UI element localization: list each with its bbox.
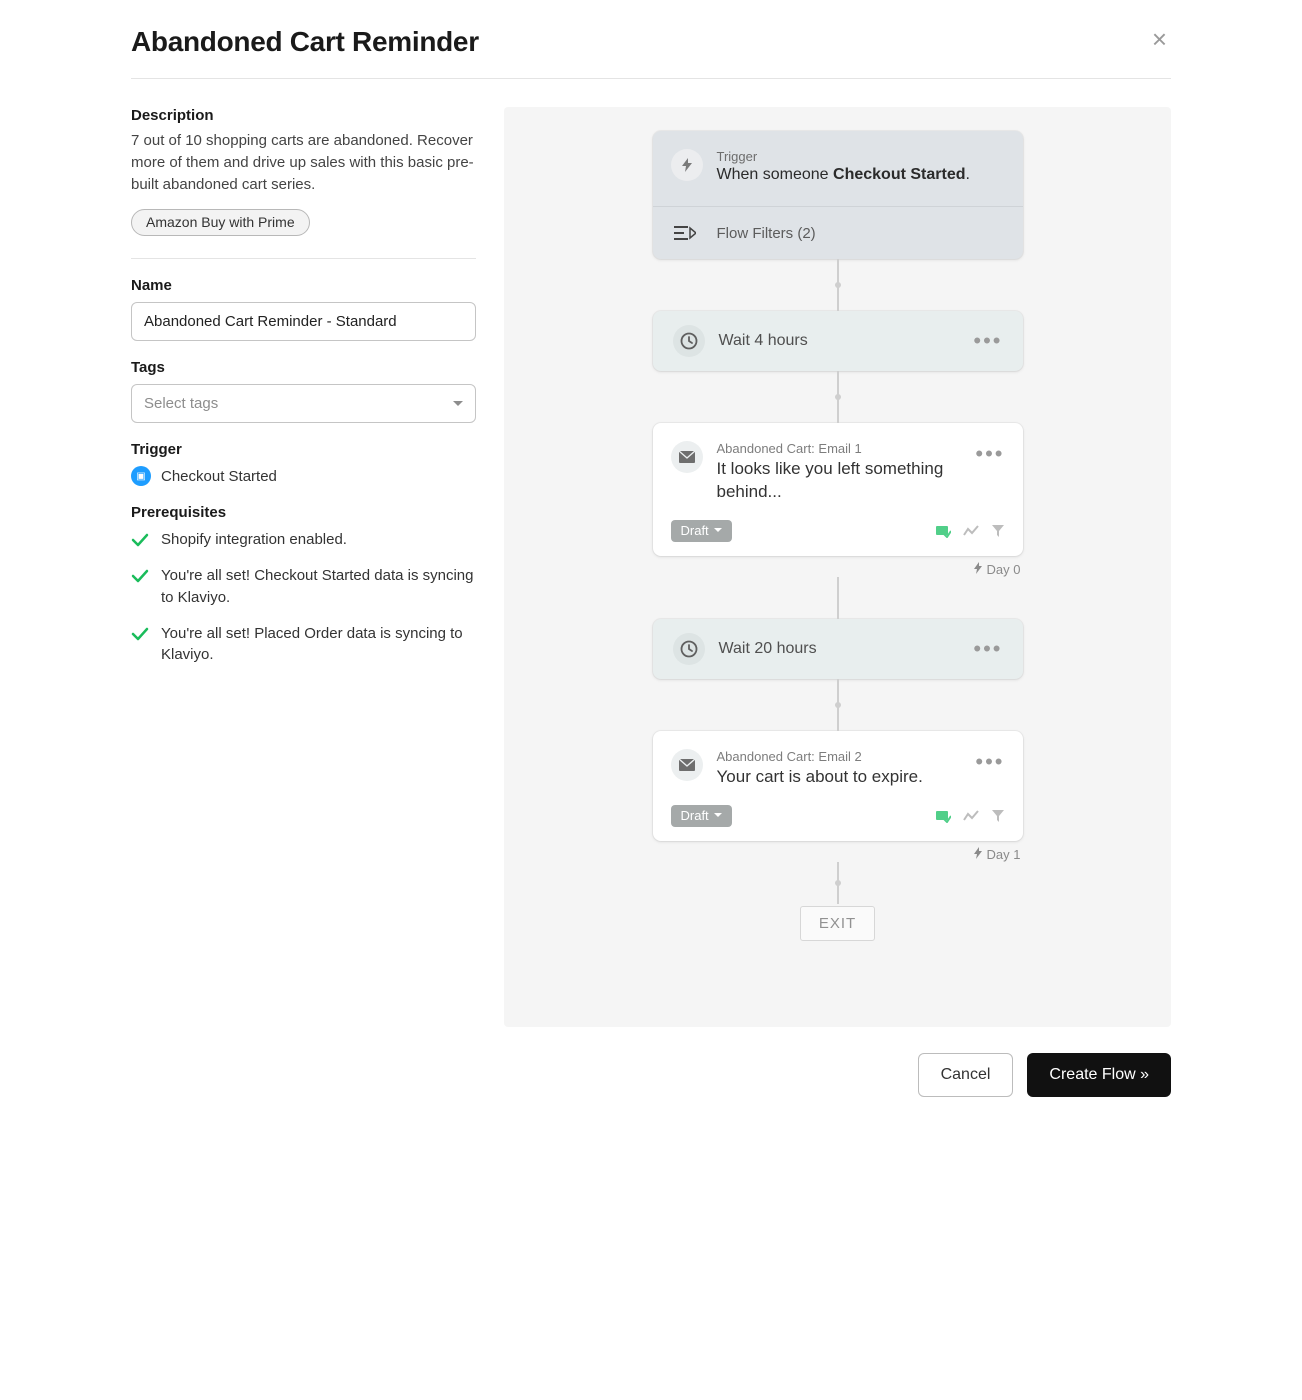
- prereq-text: Shopify integration enabled.: [161, 529, 347, 551]
- trigger-name: Checkout Started: [161, 468, 277, 485]
- card-tool-icons: [935, 809, 1005, 823]
- more-icon[interactable]: •••: [975, 441, 1004, 467]
- prereq-item: You're all set! Placed Order data is syn…: [131, 623, 476, 667]
- prereq-text: You're all set! Checkout Started data is…: [161, 565, 476, 609]
- clock-icon: [673, 633, 705, 665]
- check-icon: [131, 625, 149, 643]
- more-icon[interactable]: •••: [975, 749, 1004, 775]
- name-input[interactable]: [131, 302, 476, 341]
- prereq-text: You're all set! Placed Order data is syn…: [161, 623, 476, 667]
- analytics-icon[interactable]: [963, 809, 979, 823]
- analytics-icon[interactable]: [963, 524, 979, 538]
- wait-card[interactable]: Wait 20 hours •••: [653, 619, 1023, 679]
- trigger-card-label: Trigger: [717, 149, 970, 164]
- divider: [131, 258, 476, 259]
- modal-header: Abandoned Cart Reminder ×: [131, 20, 1171, 79]
- chevron-down-icon: [714, 528, 722, 532]
- mail-icon: [671, 749, 703, 781]
- modal-title: Abandoned Cart Reminder: [131, 26, 479, 58]
- day-label: Day 1: [973, 847, 1021, 862]
- filter-icon: [671, 221, 699, 245]
- flow-connector: [837, 371, 839, 423]
- cancel-button[interactable]: Cancel: [918, 1053, 1014, 1097]
- delivery-icon[interactable]: [935, 524, 951, 538]
- email-card[interactable]: Abandoned Cart: Email 2 Your cart is abo…: [653, 731, 1023, 841]
- trigger-card-top: Trigger When someone Checkout Started.: [653, 131, 1023, 206]
- flow-filters-row[interactable]: Flow Filters (2): [653, 206, 1023, 259]
- email-head: Abandoned Cart: Email 1 It looks like yo…: [671, 441, 1005, 504]
- funnel-icon[interactable]: [991, 524, 1005, 538]
- email-footer: Draft: [671, 805, 1005, 827]
- flow-connector: [837, 577, 839, 619]
- bolt-icon: [671, 149, 703, 181]
- trigger-card-text: Trigger When someone Checkout Started.: [717, 149, 970, 184]
- prereq-item: You're all set! Checkout Started data is…: [131, 565, 476, 609]
- wait-text: Wait 20 hours: [719, 640, 960, 658]
- exit-node: EXIT: [800, 906, 875, 941]
- status-badge[interactable]: Draft: [671, 520, 732, 542]
- wait-card[interactable]: Wait 4 hours •••: [653, 311, 1023, 371]
- email-subject: It looks like you left something behind.…: [717, 458, 962, 504]
- flow-canvas: Trigger When someone Checkout Started.: [504, 107, 1171, 1027]
- email-card[interactable]: Abandoned Cart: Email 1 It looks like yo…: [653, 423, 1023, 556]
- funnel-icon[interactable]: [991, 809, 1005, 823]
- create-flow-button[interactable]: Create Flow »: [1027, 1053, 1171, 1097]
- status-badge[interactable]: Draft: [671, 805, 732, 827]
- email-label: Abandoned Cart: Email 1: [717, 441, 962, 456]
- wait-text: Wait 4 hours: [719, 332, 960, 350]
- tags-label: Tags: [131, 359, 476, 376]
- chevron-down-icon: [453, 401, 463, 406]
- prereq-heading: Prerequisites: [131, 504, 476, 521]
- clock-icon: [673, 325, 705, 357]
- flow-column: Trigger When someone Checkout Started.: [653, 131, 1023, 941]
- flow-connector: [837, 259, 839, 311]
- card-tool-icons: [935, 524, 1005, 538]
- modal-body: Description 7 out of 10 shopping carts a…: [131, 79, 1171, 1027]
- flow-filters-label: Flow Filters (2): [717, 225, 816, 242]
- trigger-row: ▣ Checkout Started: [131, 466, 476, 486]
- more-icon[interactable]: •••: [973, 636, 1002, 662]
- modal-container: Abandoned Cart Reminder × Description 7 …: [131, 20, 1171, 1125]
- prereq-item: Shopify integration enabled.: [131, 529, 476, 551]
- description-heading: Description: [131, 107, 476, 124]
- close-button[interactable]: ×: [1148, 26, 1171, 52]
- trigger-card-main: When someone Checkout Started.: [717, 166, 970, 184]
- integration-chip[interactable]: Amazon Buy with Prime: [131, 209, 310, 236]
- more-icon[interactable]: •••: [973, 328, 1002, 354]
- modal-footer: Cancel Create Flow »: [131, 1053, 1171, 1097]
- tags-select[interactable]: Select tags: [131, 384, 476, 423]
- tags-placeholder: Select tags: [144, 395, 218, 412]
- description-body: 7 out of 10 shopping carts are abandoned…: [131, 130, 476, 195]
- check-icon: [131, 531, 149, 549]
- prereq-list: Shopify integration enabled. You're all …: [131, 529, 476, 666]
- trigger-badge-icon: ▣: [131, 466, 151, 486]
- flow-connector: [837, 679, 839, 731]
- email-label: Abandoned Cart: Email 2: [717, 749, 962, 764]
- name-label: Name: [131, 277, 476, 294]
- email-footer: Draft: [671, 520, 1005, 542]
- delivery-icon[interactable]: [935, 809, 951, 823]
- trigger-heading: Trigger: [131, 441, 476, 458]
- mail-icon: [671, 441, 703, 473]
- close-icon: ×: [1152, 24, 1167, 54]
- flow-connector: [837, 862, 839, 904]
- email-head: Abandoned Cart: Email 2 Your cart is abo…: [671, 749, 1005, 789]
- check-icon: [131, 567, 149, 585]
- left-column: Description 7 out of 10 shopping carts a…: [131, 107, 476, 1027]
- bolt-small-icon: [973, 847, 983, 862]
- chevron-down-icon: [714, 813, 722, 817]
- bolt-small-icon: [973, 562, 983, 577]
- day-label: Day 0: [973, 562, 1021, 577]
- email-subject: Your cart is about to expire.: [717, 766, 962, 789]
- trigger-card[interactable]: Trigger When someone Checkout Started.: [653, 131, 1023, 259]
